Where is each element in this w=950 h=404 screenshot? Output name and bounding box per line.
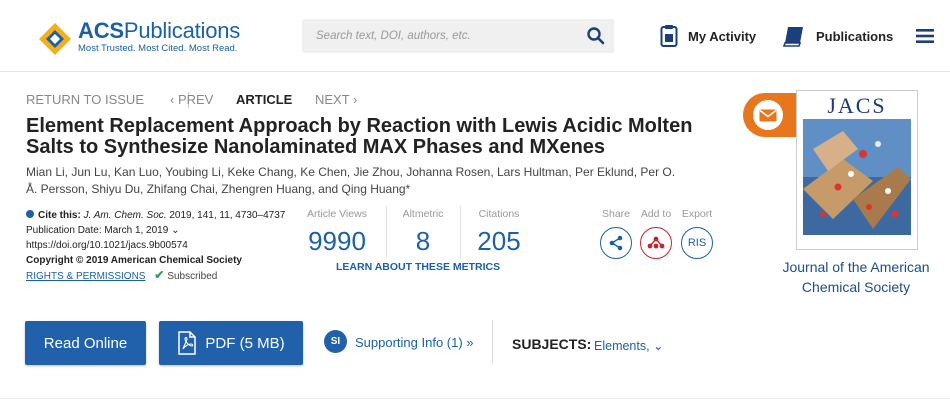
mendeley-icon xyxy=(647,236,665,249)
export-ris-button[interactable]: RIS xyxy=(681,227,713,259)
next-link[interactable]: NEXT › xyxy=(315,92,357,107)
journal-cover[interactable]: JACS xyxy=(796,90,918,250)
altmetric-value: 8 xyxy=(415,226,431,256)
citations-label: Citations xyxy=(478,208,520,220)
article-tab[interactable]: ARTICLE xyxy=(236,92,292,107)
copyright-text: Copyright © 2019 American Chemical Socie… xyxy=(26,255,242,266)
metric-divider xyxy=(386,206,387,258)
mail-icon-wrapper xyxy=(753,100,783,130)
hamburger-menu-icon[interactable] xyxy=(916,28,934,44)
journal-name-link[interactable]: Journal of the American Chemical Society xyxy=(770,257,942,297)
search-input[interactable] xyxy=(302,19,562,53)
altmetric-metric[interactable]: Altmetric 8 xyxy=(396,208,450,257)
brand-tagline: Most Trusted. Most Cited. Most Read. xyxy=(78,43,238,54)
acs-diamond-icon xyxy=(39,23,71,55)
subjects-label: SUBJECTS: xyxy=(512,336,592,352)
return-to-issue-link[interactable]: RETURN TO ISSUE xyxy=(26,92,144,107)
altmetric-label: Altmetric xyxy=(402,208,444,220)
publications-link[interactable]: Publications xyxy=(782,22,893,50)
subjects-dropdown[interactable]: Elements, ⌄ xyxy=(594,338,664,353)
pdf-icon xyxy=(178,331,197,355)
publications-label: Publications xyxy=(816,28,894,44)
read-online-label: Read Online xyxy=(43,334,128,352)
citations-metric[interactable]: Citations 205 xyxy=(474,208,524,257)
article-title: Element Replacement Approach by Reaction… xyxy=(26,115,693,158)
export-action: Export RIS xyxy=(678,208,716,259)
share-button[interactable] xyxy=(600,227,632,259)
section-divider xyxy=(492,320,493,364)
clipboard-icon xyxy=(660,25,678,47)
acs-logo[interactable]: ACSPublications Most Trusted. Most Cited… xyxy=(38,18,240,56)
export-label: Export xyxy=(681,208,713,220)
doi-link[interactable]: https://doi.org/10.1021/jacs.9b00574 xyxy=(26,238,296,253)
cite-label[interactable]: Cite this: xyxy=(38,210,81,221)
prev-link[interactable]: ‹ PREV xyxy=(170,92,213,107)
cite-journal: J. Am. Chem. Soc. xyxy=(83,210,167,221)
book-icon xyxy=(782,27,803,47)
pdf-label: PDF (5 MB) xyxy=(205,334,285,352)
si-badge-icon[interactable]: SI xyxy=(324,330,347,353)
check-icon: ✔ xyxy=(154,268,165,282)
add-to-action: Add to xyxy=(637,208,675,259)
site-header: ACSPublications Most Trusted. Most Cited… xyxy=(0,0,950,72)
email-alert-button[interactable] xyxy=(743,93,799,137)
search-box xyxy=(302,19,614,53)
subscribed-status: Subscribed xyxy=(167,271,218,282)
add-to-button[interactable] xyxy=(640,227,672,259)
metric-divider xyxy=(460,206,461,258)
pdf-download-button[interactable]: PDF (5 MB) xyxy=(159,321,303,365)
article-views-label: Article Views xyxy=(307,208,367,220)
learn-metrics-link[interactable]: LEARN ABOUT THESE METRICS xyxy=(336,261,500,273)
citation-block: Cite this: J. Am. Chem. Soc. 2019, 141, … xyxy=(26,208,296,284)
share-action: Share xyxy=(597,208,635,259)
my-activity-label: My Activity xyxy=(688,28,757,44)
article-views-metric[interactable]: Article Views 9990 xyxy=(304,208,370,257)
share-label: Share xyxy=(601,208,631,220)
brand-name: ACSPublications xyxy=(78,18,241,43)
my-activity-link[interactable]: My Activity xyxy=(660,22,756,50)
add-to-label: Add to xyxy=(640,208,672,220)
share-icon xyxy=(609,235,623,251)
author-list[interactable]: Mian Li, Jun Lu, Kan Luo, Youbing Li, Ke… xyxy=(26,164,686,198)
cite-reference: 2019, 141, 11, 4730–4737 xyxy=(169,210,286,221)
article-views-value: 9990 xyxy=(308,226,366,256)
publication-date[interactable]: Publication Date: March 1, 2019 ⌄ xyxy=(26,223,296,238)
chevron-down-icon: ⌄ xyxy=(171,225,180,236)
rights-permissions-link[interactable]: RIGHTS & PERMISSIONS xyxy=(26,271,145,282)
search-icon[interactable] xyxy=(586,26,606,46)
cite-icon xyxy=(26,210,34,218)
cover-title: JACS xyxy=(827,93,887,118)
supporting-info-link[interactable]: Supporting Info (1) » xyxy=(355,335,474,350)
bottom-divider xyxy=(0,398,950,399)
cover-artwork xyxy=(803,119,911,235)
read-online-button[interactable]: Read Online xyxy=(25,321,146,365)
citations-value: 205 xyxy=(477,226,521,256)
mail-icon xyxy=(759,109,777,121)
